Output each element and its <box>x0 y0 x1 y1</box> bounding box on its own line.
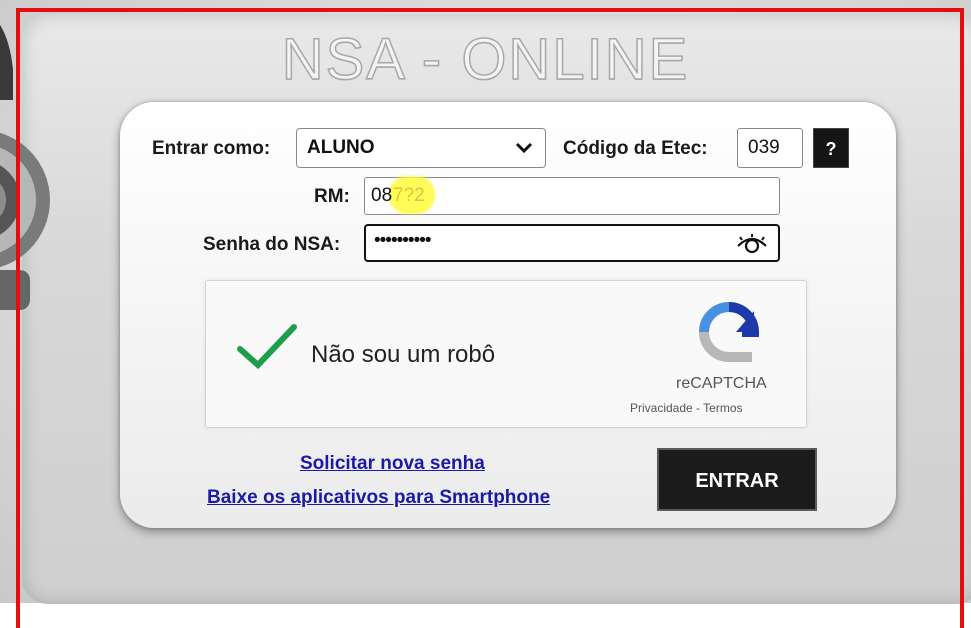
selection-frame <box>16 8 964 628</box>
